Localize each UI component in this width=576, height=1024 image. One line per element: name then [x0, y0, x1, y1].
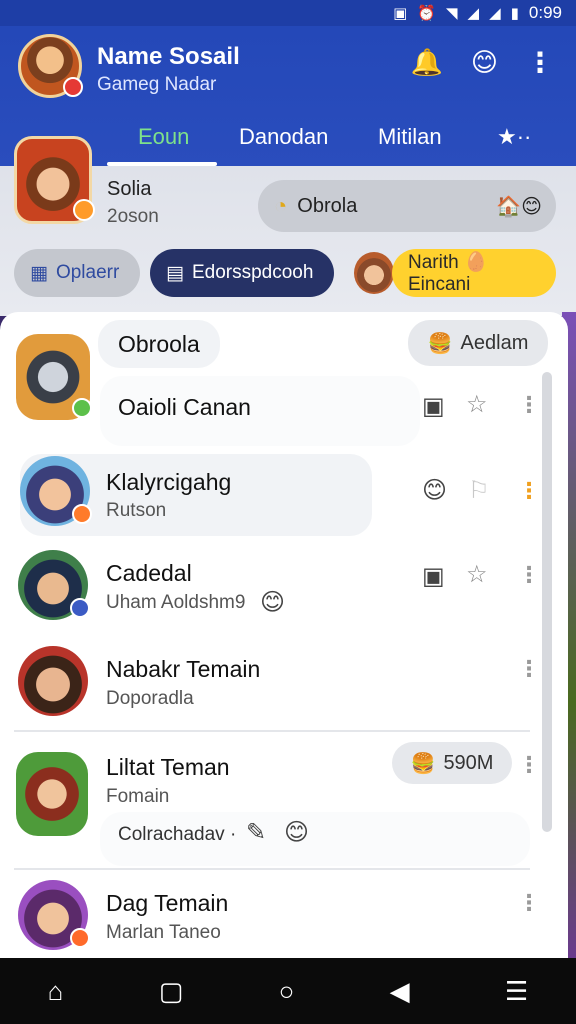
aedlam-button[interactable]: 🍔 Aedlam: [408, 320, 548, 366]
chip-narith[interactable]: Narith 🥚 Eincani: [392, 249, 556, 297]
row-5-pill-label: 590M: [443, 751, 494, 774]
list-divider: [14, 730, 530, 732]
coin-icon: ◔: [274, 193, 288, 218]
grid-icon: ▦: [30, 262, 48, 284]
row-5-name: Liltat Teman: [106, 754, 230, 780]
row-6-name: Dag Temain: [106, 890, 229, 916]
chip-edorsspdcooh-label: Edorsspdcooh: [191, 262, 314, 283]
row-6-sub: Marlan Taneo: [106, 922, 221, 943]
app-title: Name Sosail: [97, 43, 240, 70]
row-6-badge: [70, 928, 90, 948]
circle-icon[interactable]: ○: [279, 976, 295, 1007]
sim-icon: ▣: [393, 5, 408, 22]
row-3-sub: Uham Aoldshm9: [106, 592, 246, 613]
wifi-icon: ◥: [446, 5, 458, 22]
chip-edorsspdcooh[interactable]: ▤ Edorsspdcooh: [150, 249, 334, 297]
header-bubble-label: Obroola: [118, 331, 200, 357]
status-emoji-icons: 🏠😊: [496, 195, 542, 218]
row-3-badge: [70, 598, 90, 618]
pin-icon[interactable]: ⚐: [468, 476, 490, 505]
home-icon[interactable]: ⌂: [48, 976, 64, 1007]
square-icon[interactable]: ▢: [159, 976, 184, 1007]
row-5-more-icon[interactable]: ⋮: [518, 752, 540, 778]
notification-bell-icon[interactable]: 🔔: [411, 47, 443, 78]
row-3-more-icon[interactable]: ⋮: [518, 562, 540, 588]
chip-oplaerr[interactable]: ▦ Oplaerr: [14, 249, 140, 297]
tab-mitilan[interactable]: Mitilan: [378, 124, 442, 150]
more-options-icon[interactable]: ⋮: [526, 46, 554, 79]
profile-name: Solia: [107, 178, 152, 200]
row-2-sub: Rutson: [106, 500, 167, 521]
row-2-badge: [72, 504, 92, 524]
row-1-more-icon[interactable]: ⋮: [518, 392, 540, 418]
row-2-avatar[interactable]: [20, 456, 92, 526]
row-2-more-icon[interactable]: ⋮: [518, 478, 540, 504]
alarm-icon: ⏰: [417, 5, 436, 22]
message-icon[interactable]: ▣: [422, 392, 445, 421]
profile-band: Solia 2oson ◔ Obrola 🏠😊 ▦ Oplaerr ▤ Edor…: [0, 136, 576, 316]
message-icon-2[interactable]: ▣: [422, 562, 445, 591]
burger-icon: 🍔: [427, 332, 453, 355]
status-time: 0:99: [528, 3, 562, 22]
row-5-avatar[interactable]: [16, 752, 88, 836]
system-nav-bar: ⌂ ▢ ○ ◀ ☰: [0, 958, 576, 1024]
row-4-more-icon[interactable]: ⋮: [518, 656, 540, 682]
row-4-avatar[interactable]: [18, 646, 88, 716]
pencil-icon: ✎: [246, 819, 267, 846]
row-4-name: Nabakr Temain: [106, 656, 261, 682]
battery-icon: ▮: [510, 5, 519, 22]
status-bar: ▣ ⏰ ◥ ◢ ◢ ▮ 0:99: [0, 0, 576, 26]
profile-badge: [73, 199, 95, 221]
row-4-sub: Doporadla: [106, 688, 194, 709]
smile-icon[interactable]: 😊: [422, 476, 447, 505]
burger-icon-2: 🍔: [410, 752, 436, 775]
row-3-name: Cadedal: [106, 560, 192, 586]
star-icon[interactable]: ☆: [466, 390, 488, 419]
row-2-name: Klalyrcigahg: [106, 469, 232, 495]
profile-sub: 2oson: [107, 206, 159, 227]
avatar-badge: [63, 77, 83, 97]
row-5-pill[interactable]: 🍔 590M: [392, 742, 512, 784]
status-pill-label: Obrola: [297, 194, 358, 217]
emoji-icon-2: 😊: [284, 819, 310, 846]
app-subtitle: Gameg Nadar: [97, 74, 217, 95]
header-avatar[interactable]: [18, 34, 83, 98]
card-icon: ▤: [166, 262, 184, 284]
star-icon-2[interactable]: ☆: [466, 560, 488, 589]
chip-narith-label: Narith 🥚 Eincani: [408, 252, 488, 295]
list-divider-2: [14, 868, 530, 870]
signal-icon-2: ◢: [489, 5, 501, 22]
row-6-more-icon[interactable]: ⋮: [518, 890, 540, 916]
row-1-name: Oaioli Canan: [118, 394, 251, 420]
friends-list: Obroola 🍔 Aedlam Oaioli Canan ▣ ☆ ⋮ Klal…: [0, 312, 568, 962]
chip-oplaerr-label: Oplaerr: [55, 262, 120, 283]
chip-avatar[interactable]: [354, 252, 394, 294]
online-badge: [72, 398, 92, 418]
emoji-icon: 😊: [260, 589, 286, 616]
tab-danodan[interactable]: Danodan: [239, 124, 328, 150]
recents-icon[interactable]: ☰: [505, 976, 528, 1007]
row-5-sub: Fomain: [106, 786, 170, 807]
scrollbar[interactable]: [542, 372, 552, 832]
add-friend-icon[interactable]: 😊: [471, 47, 498, 78]
tab-eoun[interactable]: Eoun: [138, 124, 189, 150]
signal-icon: ◢: [467, 5, 480, 22]
row-3-avatar[interactable]: [18, 550, 90, 620]
back-icon[interactable]: ◀: [390, 976, 410, 1007]
status-pill[interactable]: ◔ Obrola 🏠😊: [258, 180, 556, 232]
list-avatar-robot[interactable]: [16, 334, 92, 420]
row-6-avatar[interactable]: [18, 880, 90, 950]
tab-favorites-star-icon[interactable]: ★··: [497, 124, 531, 150]
row-5-note: Colrachadav ·: [118, 824, 237, 845]
aedlam-label: Aedlam: [460, 331, 529, 354]
profile-avatar[interactable]: [14, 136, 95, 224]
